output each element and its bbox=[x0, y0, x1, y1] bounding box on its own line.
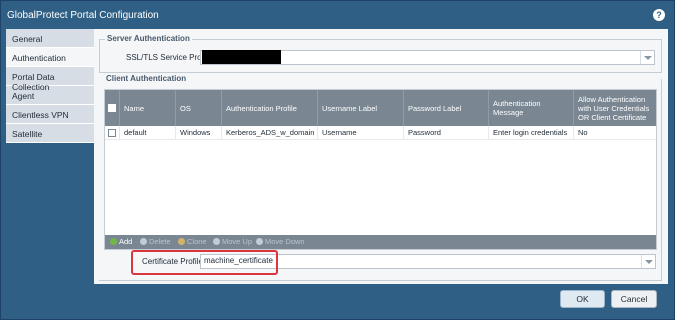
add-label: Add bbox=[119, 237, 133, 246]
cell-allow-auth: No bbox=[578, 128, 588, 137]
redacted-value bbox=[202, 50, 281, 64]
dialog-title-bar: GlobalProtect Portal Configuration ? bbox=[1, 1, 674, 29]
table-header: Name OS Authentication Profile Username … bbox=[105, 90, 656, 126]
delete-label: Delete bbox=[149, 237, 171, 246]
content-panel: Server Authentication SSL/TLS Service Pr… bbox=[94, 29, 668, 284]
cell-username-label: Username bbox=[318, 126, 404, 140]
server-auth-legend: Server Authentication bbox=[105, 34, 192, 43]
ok-button[interactable]: OK bbox=[560, 290, 605, 308]
clone-icon bbox=[178, 238, 185, 245]
table-row[interactable]: default Windows Kerberos_ADS_w_domain Us… bbox=[105, 126, 656, 140]
help-icon[interactable]: ? bbox=[653, 9, 665, 21]
client-auth-legend: Client Authentication bbox=[104, 74, 189, 83]
tab-portal-data-collection[interactable]: Portal Data Collection bbox=[6, 67, 94, 92]
cell-auth-message: Enter login credentials bbox=[489, 126, 574, 140]
server-auth-section: Server Authentication SSL/TLS Service Pr… bbox=[99, 34, 662, 73]
plus-icon bbox=[110, 238, 117, 245]
add-button[interactable]: Add bbox=[110, 235, 132, 249]
cell-name[interactable]: default bbox=[120, 126, 176, 140]
col-auth-profile[interactable]: Authentication Profile bbox=[222, 90, 318, 126]
row-select-cell bbox=[105, 126, 120, 140]
col-name[interactable]: Name bbox=[120, 90, 176, 126]
clone-button[interactable]: Clone bbox=[178, 235, 207, 249]
table-toolbar: Add Delete Clone Move Up Move Down bbox=[105, 235, 656, 249]
client-auth-table: Name OS Authentication Profile Username … bbox=[104, 89, 657, 250]
portal-config-dialog: GlobalProtect Portal Configuration ? Gen… bbox=[0, 0, 675, 320]
certificate-highlight-box bbox=[131, 250, 278, 275]
clone-label: Clone bbox=[187, 237, 207, 246]
tab-authentication[interactable]: Authentication bbox=[6, 48, 94, 67]
col-os[interactable]: OS bbox=[176, 90, 222, 126]
move-up-label: Move Up bbox=[222, 237, 253, 246]
tab-general[interactable]: General bbox=[6, 29, 94, 48]
col-auth-message[interactable]: Authentication Message bbox=[489, 90, 574, 126]
cell-auth-profile: Kerberos_ADS_w_domain bbox=[222, 126, 318, 140]
cell-password-label: Password bbox=[404, 126, 489, 140]
ssl-tls-select[interactable] bbox=[200, 50, 655, 65]
arrow-down-icon bbox=[256, 238, 263, 245]
move-up-button[interactable]: Move Up bbox=[213, 235, 252, 249]
col-allow-auth[interactable]: Allow Authentication with User Credentia… bbox=[574, 90, 656, 126]
cancel-button[interactable]: Cancel bbox=[611, 290, 657, 308]
dialog-title: GlobalProtect Portal Configuration bbox=[7, 10, 159, 21]
col-username-label[interactable]: Username Label bbox=[318, 90, 404, 126]
move-down-button[interactable]: Move Down bbox=[256, 235, 305, 249]
arrow-up-icon bbox=[213, 238, 220, 245]
delete-button[interactable]: Delete bbox=[140, 235, 171, 249]
ssl-tls-label: SSL/TLS Service Profile bbox=[126, 53, 212, 62]
minus-icon bbox=[140, 238, 147, 245]
tab-satellite[interactable]: Satellite bbox=[6, 124, 94, 143]
row-checkbox[interactable] bbox=[108, 129, 116, 137]
chevron-down-icon bbox=[641, 255, 655, 268]
cell-os: Windows bbox=[176, 126, 222, 140]
tab-clientless-vpn[interactable]: Clientless VPN bbox=[6, 105, 94, 124]
select-all-checkbox[interactable] bbox=[108, 104, 116, 112]
header-select-cell bbox=[105, 90, 120, 126]
move-down-label: Move Down bbox=[265, 237, 305, 246]
chevron-down-icon bbox=[640, 51, 654, 64]
col-password-label[interactable]: Password Label bbox=[404, 90, 489, 126]
sidebar-tabs: General Authentication Portal Data Colle… bbox=[6, 29, 94, 143]
